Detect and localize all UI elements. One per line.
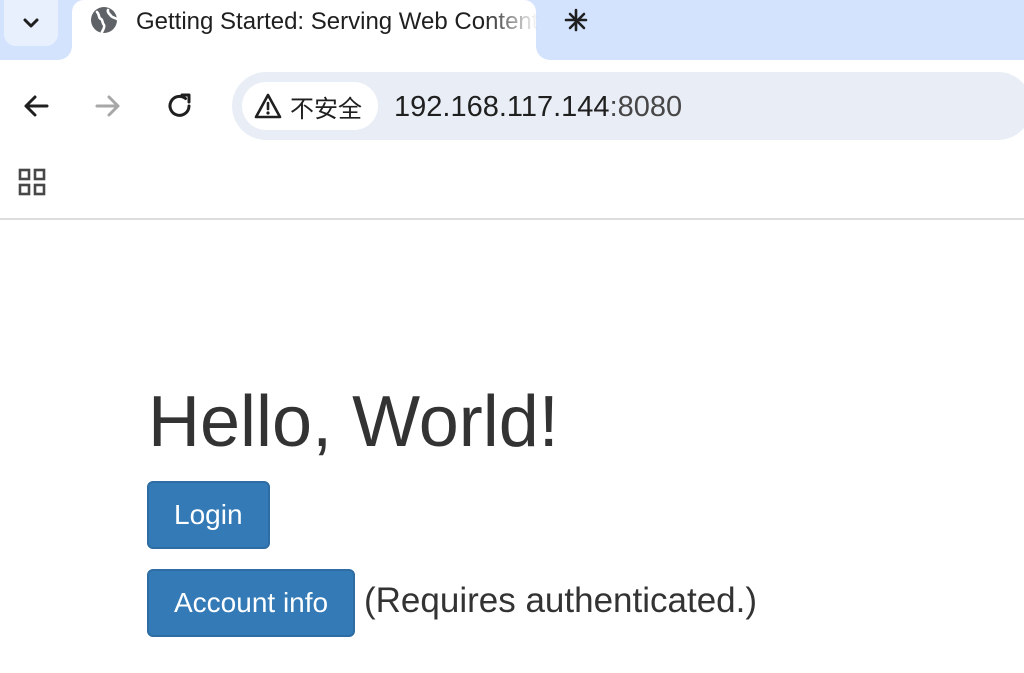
warning-triangle-icon <box>254 93 282 119</box>
arrow-right-icon <box>95 95 120 117</box>
url-port: :8080 <box>609 91 683 123</box>
page-heading: Hello, World! <box>148 382 559 462</box>
tab-strip: Getting Started: Serving Web Content <box>0 0 1024 62</box>
url-host: 192.168.117.144 <box>394 91 610 123</box>
page-content: Hello, World! Login Account info (Requir… <box>0 222 1024 673</box>
globe-icon <box>91 7 118 34</box>
tab-search-button[interactable] <box>4 0 58 46</box>
reload-icon <box>168 93 191 117</box>
chevron-down-icon <box>23 18 39 28</box>
tab-title: Getting Started: Serving Web Content <box>136 8 539 35</box>
browser-toolbar: 不安全 192.168.117.144:8080 <box>0 60 1024 152</box>
reload-button[interactable] <box>160 86 200 126</box>
address-bar[interactable]: 不安全 192.168.117.144:8080 <box>232 72 1024 140</box>
url-text[interactable]: 192.168.117.144:8080 <box>394 90 682 124</box>
apps-grid-icon <box>18 168 46 196</box>
security-label: 不安全 <box>290 94 362 123</box>
tab-active[interactable]: Getting Started: Serving Web Content <box>72 0 586 62</box>
login-button[interactable]: Login <box>147 481 270 549</box>
auth-requirement-note: (Requires authenticated.) <box>364 581 757 620</box>
bookmarks-bar <box>0 152 1024 220</box>
apps-button[interactable] <box>14 164 50 200</box>
new-tab-button[interactable] <box>560 4 592 36</box>
arrow-left-icon <box>24 95 49 117</box>
security-indicator[interactable]: 不安全 <box>242 82 378 130</box>
back-button[interactable] <box>16 86 56 126</box>
forward-button[interactable] <box>88 86 128 126</box>
account-info-button[interactable]: Account info <box>147 569 356 637</box>
plus-icon <box>564 8 588 32</box>
